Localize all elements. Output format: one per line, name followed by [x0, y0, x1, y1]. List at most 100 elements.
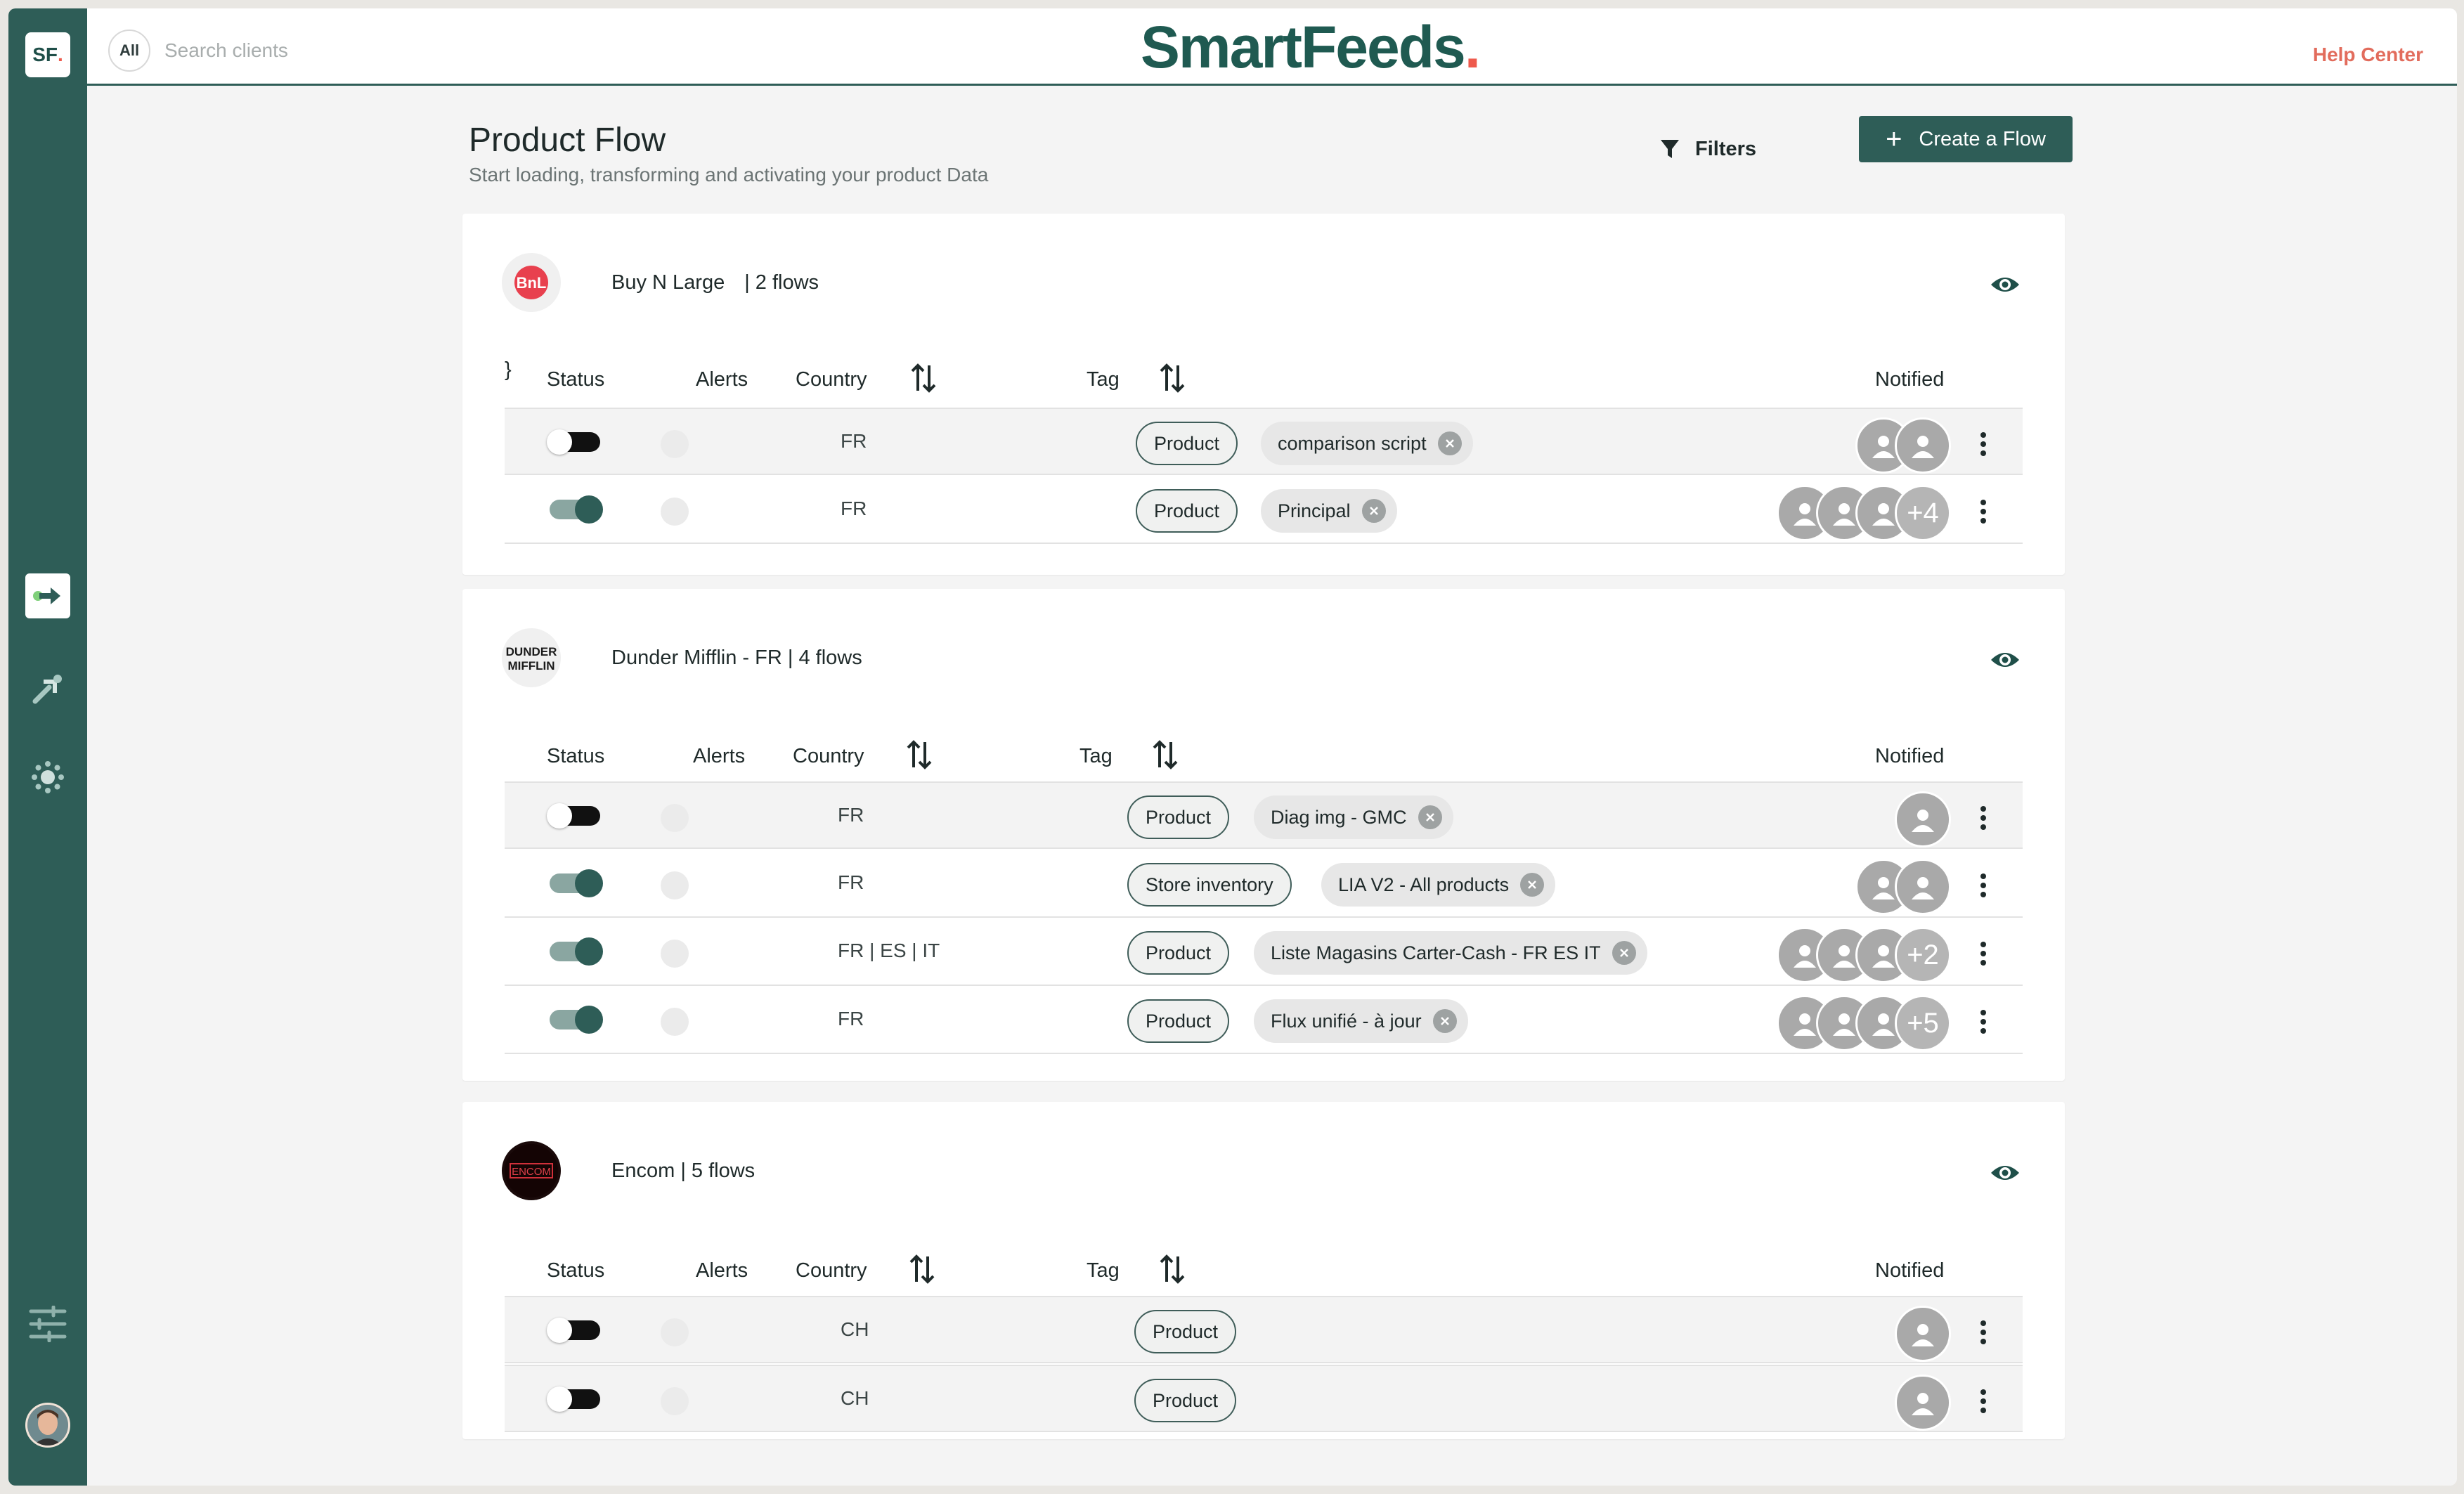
flow-row[interactable]: CH Product [505, 1365, 2023, 1432]
user-avatar[interactable] [25, 1403, 70, 1448]
help-center-link[interactable]: Help Center [2313, 44, 2423, 66]
filters-button[interactable]: Filters [1660, 128, 1756, 170]
flow-row[interactable]: FR Store inventory LIA V2 - All products [505, 850, 2023, 918]
tag-chip: Product [1134, 1310, 1237, 1353]
row-menu-button[interactable] [1969, 1386, 1997, 1417]
sidebar-item-flows[interactable] [25, 573, 70, 618]
remove-label-icon[interactable] [1361, 499, 1386, 523]
eye-icon [1991, 1166, 2019, 1180]
filters-label: Filters [1695, 137, 1757, 160]
view-client-button[interactable] [1988, 267, 2023, 302]
status-toggle[interactable] [547, 429, 600, 455]
remove-label-icon[interactable] [1418, 805, 1442, 829]
notified-users[interactable]: +2 [1777, 927, 1951, 983]
notified-users[interactable]: +5 [1777, 995, 1951, 1051]
more-vertical-icon [1980, 873, 1986, 897]
row-menu-button[interactable] [1969, 496, 1997, 527]
notified-users[interactable] [1895, 1375, 1951, 1431]
alert-indicator [661, 1387, 689, 1415]
column-status: Status [547, 1259, 605, 1282]
more-vertical-icon [1980, 1389, 1986, 1413]
create-flow-button[interactable]: + Create a Flow [1859, 116, 2073, 162]
tag-chip: Product [1136, 489, 1238, 533]
client-header: BnL Buy N Large | 2 flows [502, 253, 819, 312]
svg-text:BnL: BnL [517, 274, 547, 292]
remove-label-icon[interactable] [1437, 431, 1462, 455]
column-notified: Notified [1875, 745, 1945, 767]
alert-indicator [661, 1008, 689, 1036]
label-chip-text: comparison script [1278, 432, 1427, 454]
sort-tag-icon[interactable] [1158, 363, 1186, 394]
row-menu-button[interactable] [1969, 1006, 1997, 1037]
client-card-dunder-mifflin: DUNDER MIFFLIN Dunder Mifflin - FR | 4 f… [462, 589, 2065, 1081]
notified-users[interactable]: +4 [1777, 485, 1951, 541]
status-toggle[interactable] [547, 1386, 600, 1412]
remove-label-icon[interactable] [1612, 941, 1636, 965]
page-header: Product Flow Start loading, transforming… [469, 121, 988, 186]
notified-users[interactable] [1895, 791, 1951, 847]
remove-label-icon[interactable] [1432, 1009, 1457, 1033]
row-menu-button[interactable] [1969, 803, 1997, 833]
client-header: DUNDER MIFFLIN Dunder Mifflin - FR | 4 f… [502, 628, 862, 687]
status-toggle[interactable] [547, 803, 600, 829]
column-country: Country [793, 745, 864, 767]
notified-users[interactable] [1855, 859, 1951, 915]
sort-country-icon[interactable] [908, 1254, 936, 1285]
status-toggle[interactable] [550, 869, 603, 897]
alert-indicator [661, 940, 689, 968]
sort-country-icon[interactable] [905, 739, 933, 770]
column-alerts: Alerts [693, 745, 746, 767]
more-vertical-icon [1980, 1010, 1986, 1034]
notified-users[interactable] [1855, 417, 1951, 474]
country-value: FR [841, 430, 867, 452]
sidebar-logo[interactable]: SF. [25, 32, 70, 77]
label-chip: Liste Magasins Carter-Cash - FR ES IT [1254, 931, 1647, 975]
status-toggle[interactable] [550, 495, 603, 524]
row-menu-button[interactable] [1969, 938, 1997, 969]
view-client-button[interactable] [1988, 1155, 2023, 1190]
brand-name: SmartFeeds [1140, 14, 1466, 80]
flow-row[interactable]: FR Product comparison script [505, 408, 2023, 475]
view-client-button[interactable] [1988, 642, 2023, 677]
flow-row[interactable]: FR Product Flux unifié - à jour +5 [505, 987, 2023, 1054]
client-logo: BnL [502, 253, 561, 312]
user-icon [1895, 417, 1951, 474]
client-card-buy-n-large: BnL Buy N Large | 2 flows Status Alerts C… [462, 214, 2065, 575]
more-users-count: +4 [1895, 485, 1951, 541]
tag-chip: Product [1127, 795, 1230, 839]
sort-country-icon[interactable] [909, 363, 938, 394]
column-notified: Notified [1875, 1259, 1945, 1282]
user-icon [1895, 859, 1951, 915]
sidebar-item-settings[interactable] [25, 755, 70, 800]
user-photo-icon [27, 1405, 68, 1446]
sort-tag-icon[interactable] [1151, 739, 1179, 770]
client-card-encom: ENCOM Encom | 5 flows Status Alerts Coun… [462, 1102, 2065, 1439]
all-clients-button[interactable]: All [108, 30, 150, 72]
row-menu-button[interactable] [1969, 429, 1997, 460]
sidebar-item-preferences[interactable] [25, 1301, 70, 1346]
flow-row[interactable]: FR | ES | IT Product Liste Magasins Cart… [505, 918, 2023, 986]
row-menu-button[interactable] [1969, 1317, 1997, 1348]
more-vertical-icon [1980, 432, 1986, 456]
flow-row[interactable]: FR Product Diag img - GMC [505, 781, 2023, 849]
column-notified: Notified [1875, 368, 1945, 391]
status-toggle[interactable] [550, 1006, 603, 1034]
search-clients-input[interactable] [164, 34, 516, 67]
flow-row[interactable]: FR Product Principal +4 [505, 476, 2023, 544]
label-chip-text: Diag img - GMC [1271, 806, 1407, 828]
user-icon [1895, 1375, 1951, 1431]
status-toggle[interactable] [547, 1318, 600, 1343]
rocket-icon [32, 675, 62, 704]
column-tag: Tag [1087, 1259, 1120, 1282]
status-toggle[interactable] [550, 937, 603, 966]
more-vertical-icon [1980, 806, 1986, 830]
tag-chip: Product [1136, 422, 1238, 465]
flow-row[interactable]: CH Product [505, 1296, 2023, 1363]
row-menu-button[interactable] [1969, 870, 1997, 901]
sidebar-item-activation[interactable] [25, 666, 70, 711]
sort-tag-icon[interactable] [1158, 1254, 1186, 1285]
country-value: CH [841, 1387, 869, 1409]
app-window: SF. All Search clients SmartFeeds. Help … [8, 8, 2457, 1486]
notified-users[interactable] [1895, 1306, 1951, 1362]
remove-label-icon[interactable] [1520, 873, 1545, 897]
